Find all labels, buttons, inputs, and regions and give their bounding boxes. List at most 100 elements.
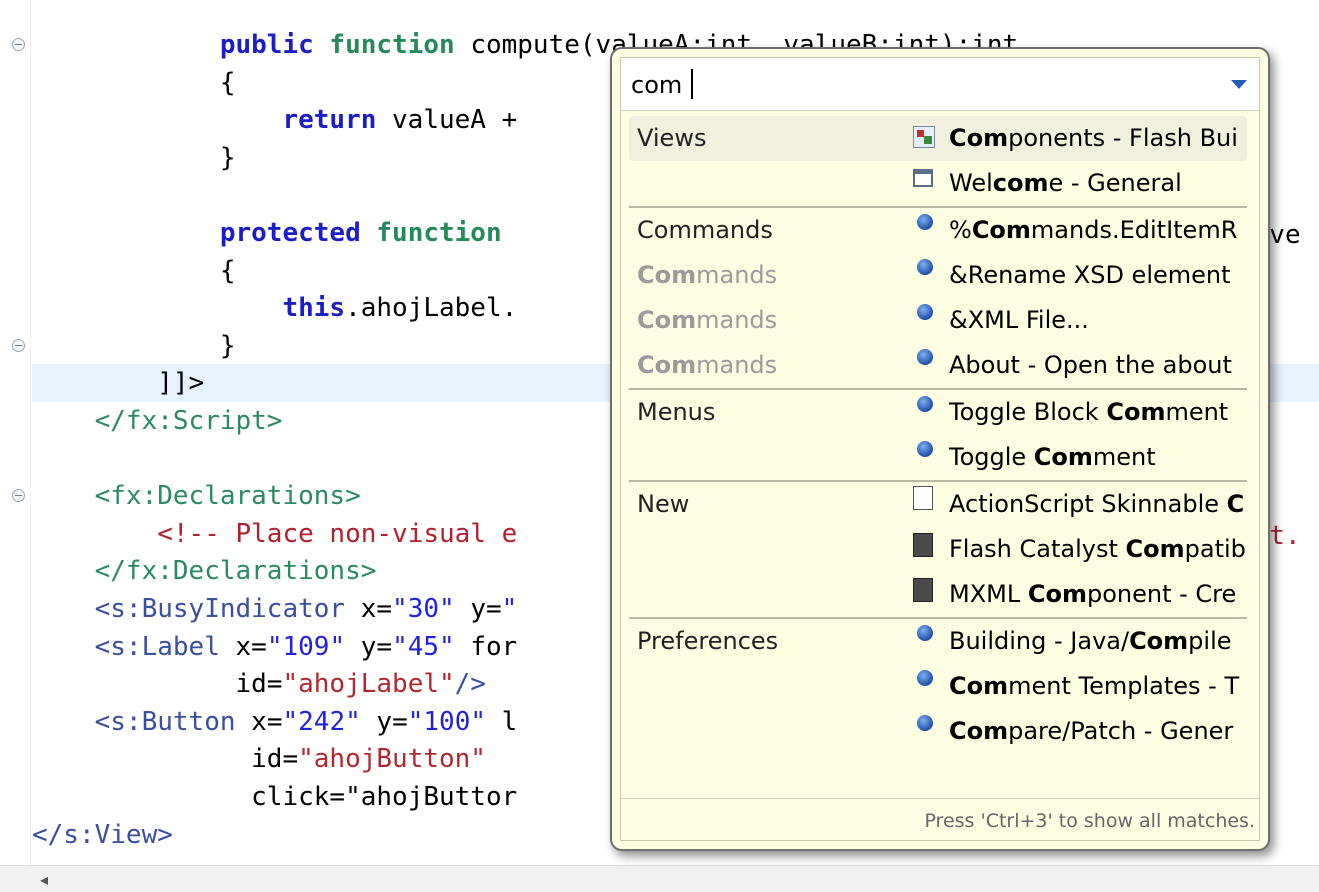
fold-toggle-icon[interactable] xyxy=(12,489,25,502)
label-text: Building - Java/ xyxy=(949,627,1130,655)
quick-access-result-item[interactable]: New ActionScript Skinnable C xyxy=(629,480,1247,527)
text-caret xyxy=(691,69,693,99)
quick-access-result-item[interactable]: Menus Toggle Block Comment xyxy=(629,388,1247,435)
code-token: .ahojLabel. xyxy=(345,293,518,324)
code-token: "100" xyxy=(407,706,487,737)
label-text: Flash Catalyst xyxy=(949,535,1126,563)
code-token: } xyxy=(32,330,236,361)
result-category: Commands xyxy=(637,216,773,244)
label-text: ment xyxy=(1165,398,1229,426)
code-token: y= xyxy=(454,594,502,624)
label-match: Com xyxy=(949,124,1009,152)
code-token: ]]> xyxy=(32,368,205,399)
fold-toggle-icon[interactable] xyxy=(12,38,25,51)
code-token: public xyxy=(219,30,330,60)
quick-access-result-item[interactable]: Compare/Patch - Gener xyxy=(629,709,1247,754)
label-match: Com xyxy=(1129,627,1189,655)
quick-access-result-item[interactable]: Commands About - Open the about xyxy=(629,343,1247,388)
horizontal-scrollbar[interactable]: ◂ xyxy=(0,865,1319,892)
code-token: y= xyxy=(360,706,408,737)
code-token: x= xyxy=(345,594,393,624)
code-token: x= xyxy=(219,631,267,662)
quick-access-result-item[interactable]: Welcome - General xyxy=(629,161,1247,206)
label-text: &Rename XSD element xyxy=(949,261,1231,289)
label-text: mands.EditItemR xyxy=(1030,216,1238,244)
result-category: Menus xyxy=(637,398,716,426)
code-token: </fx:Script> xyxy=(94,406,283,436)
mxml-file-icon xyxy=(913,578,933,602)
quick-access-panel: ViewsComponents - Flash BuiWelcome - Gen… xyxy=(620,57,1260,841)
result-category: Commands xyxy=(637,343,777,388)
label-text: &XML File... xyxy=(949,306,1089,334)
label-match: Com xyxy=(949,717,1009,745)
code-token: } xyxy=(32,142,236,173)
code-token: " xyxy=(501,594,518,624)
code-token: { xyxy=(32,67,236,98)
result-label: ActionScript Skinnable C xyxy=(949,482,1247,527)
chevron-down-icon[interactable] xyxy=(1231,80,1247,89)
label-match: com xyxy=(992,169,1049,197)
result-label: Flash Catalyst Compatib xyxy=(949,527,1247,572)
label-text: Wel xyxy=(949,169,993,197)
result-label: %Commands.EditItemR xyxy=(949,208,1247,253)
quick-access-result-item[interactable]: MXML Component - Cre xyxy=(629,572,1247,617)
code-token: function xyxy=(376,218,518,248)
code-token: for xyxy=(454,631,518,662)
code-token: function xyxy=(329,30,471,60)
flash-catalyst-icon xyxy=(913,533,933,557)
code-token: id= xyxy=(235,669,283,700)
code-token: "242" xyxy=(282,706,361,737)
category-match: Com xyxy=(637,306,697,334)
quick-access-results: Views Components - Flash Bui Welcome - Gen… xyxy=(629,116,1247,756)
command-icon xyxy=(917,214,933,230)
label-text: ponents - Flash Bui xyxy=(1008,124,1238,152)
command-icon xyxy=(917,259,933,275)
command-icon xyxy=(917,304,933,320)
category-match: Com xyxy=(637,351,697,379)
label-text: pare/Patch - Gener xyxy=(1008,717,1234,745)
quick-access-result-item[interactable]: Flash Catalyst Compatib xyxy=(629,527,1247,572)
label-match: Com xyxy=(1125,535,1185,563)
code-token: { xyxy=(32,255,236,286)
category-rest: mands xyxy=(696,261,778,289)
scroll-left-arrow-icon[interactable]: ◂ xyxy=(40,870,48,889)
quick-access-result-item[interactable]: Preferences Building - Java/Compile xyxy=(629,617,1247,664)
quick-access-result-item[interactable]: Commands &XML File... xyxy=(629,298,1247,343)
code-token: return xyxy=(282,105,393,136)
fold-toggle-icon[interactable] xyxy=(12,339,25,352)
quick-access-result-item[interactable]: Commands &Rename XSD element xyxy=(629,253,1247,298)
footer-divider xyxy=(621,798,1259,799)
quick-access-filter xyxy=(621,58,1259,111)
result-label: Components - Flash Bui xyxy=(949,116,1247,161)
result-label: Toggle Block Comment xyxy=(949,390,1247,435)
quick-access-search-input[interactable] xyxy=(631,68,1191,102)
label-match: Com xyxy=(1106,398,1166,426)
components-view-icon xyxy=(913,126,935,148)
label-text: About - Open the about xyxy=(949,351,1232,379)
code-token: l xyxy=(486,706,518,737)
quick-access-result-item[interactable]: Toggle Comment xyxy=(629,435,1247,480)
quick-access-result-item[interactable]: Commands %Commands.EditItemR xyxy=(629,206,1247,253)
quick-access-result-item[interactable]: Comment Templates - T xyxy=(629,664,1247,709)
code-token: "ahojLabel" xyxy=(282,669,455,700)
category-rest: mands xyxy=(696,306,778,334)
quick-access-result-item[interactable]: Views Components - Flash Bui xyxy=(629,116,1247,161)
result-category: Commands xyxy=(637,253,777,298)
label-match: Com xyxy=(1033,443,1093,471)
result-label: &XML File... xyxy=(949,298,1247,343)
result-category: New xyxy=(637,490,690,518)
code-token: this xyxy=(282,293,346,324)
code-token: <s:Button xyxy=(94,706,236,737)
label-match: Com xyxy=(971,216,1031,244)
result-label: Welcome - General xyxy=(949,161,1247,206)
label-text: MXML xyxy=(949,580,1028,608)
result-label: Compare/Patch - Gener xyxy=(949,709,1247,754)
